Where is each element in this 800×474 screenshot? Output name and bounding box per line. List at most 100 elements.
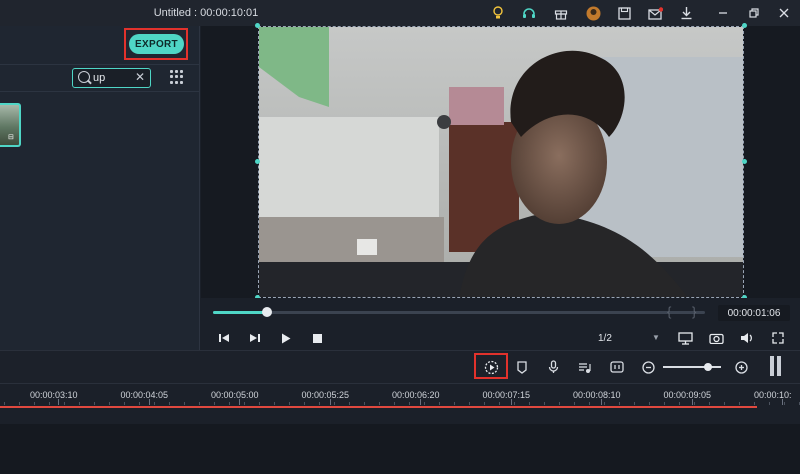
ruler-minor-tick	[364, 402, 365, 405]
timeline-tracks[interactable]	[0, 424, 800, 474]
avatar-icon[interactable]	[584, 4, 602, 22]
next-frame-icon[interactable]	[247, 330, 263, 346]
fullscreen-icon[interactable]	[770, 330, 786, 346]
render-preview-icon[interactable]	[483, 359, 499, 375]
ruler-minor-tick	[484, 402, 485, 405]
export-button[interactable]: EXPORT	[129, 34, 184, 54]
progress-knob[interactable]	[262, 307, 272, 317]
snapshot-icon[interactable]	[708, 330, 724, 346]
microphone-icon[interactable]	[545, 359, 561, 375]
grid-view-icon[interactable]	[170, 70, 184, 84]
ruler-minor-tick	[664, 402, 665, 405]
ruler-minor-tick	[439, 402, 440, 405]
window-title: Untitled : 00:00:10:01	[153, 7, 259, 19]
voiceover-icon[interactable]	[609, 359, 625, 375]
zoom-slider-knob[interactable]	[704, 363, 712, 371]
progress-track[interactable]	[213, 311, 705, 314]
ruler-minor-tick	[154, 402, 155, 405]
ruler-minor-tick	[574, 402, 575, 405]
ruler-tick-label: 00:00:04:05	[120, 390, 169, 400]
crop-handle[interactable]	[255, 159, 260, 164]
clear-search-icon[interactable]: ✕	[134, 70, 146, 84]
ruler-minor-tick	[124, 402, 125, 405]
ruler-minor-tick	[319, 402, 320, 405]
ruler-minor-tick	[394, 402, 395, 405]
ruler-tick-label: 00:00:03:10	[30, 390, 78, 400]
zoom-out-icon[interactable]	[640, 359, 656, 375]
ruler-minor-tick	[169, 402, 170, 405]
play-icon[interactable]	[278, 330, 294, 346]
ruler-minor-tick	[739, 402, 740, 405]
ruler-minor-tick	[784, 402, 785, 405]
ruler-minor-tick	[139, 402, 140, 405]
ruler-minor-tick	[604, 402, 605, 405]
crop-handle[interactable]	[255, 23, 260, 28]
mark-in-icon[interactable]: {	[667, 304, 671, 319]
ruler-tick-label: 00:00:05:00	[211, 390, 259, 400]
panel-toggle-icon[interactable]	[770, 356, 782, 376]
ruler-minor-tick	[544, 402, 545, 405]
zoom-in-icon[interactable]	[733, 359, 749, 375]
stop-icon[interactable]	[309, 330, 325, 346]
marker-icon[interactable]	[514, 359, 530, 375]
ruler-minor-tick	[424, 402, 425, 405]
ruler-tick	[239, 399, 240, 405]
ruler-minor-tick	[499, 402, 500, 405]
ruler-tick	[691, 399, 693, 405]
ruler-minor-tick	[559, 402, 560, 405]
ruler-tick	[329, 399, 331, 405]
ruler-minor-tick	[259, 402, 260, 405]
ruler-minor-tick	[379, 402, 380, 405]
ruler-minor-tick	[709, 402, 710, 405]
ruler-tick-label: 00:00:06:20	[392, 390, 440, 400]
ruler-minor-tick	[724, 402, 725, 405]
media-type-icon: ⊟	[8, 134, 14, 141]
ruler-minor-tick	[649, 402, 650, 405]
download-icon[interactable]	[677, 4, 695, 22]
ruler-minor-tick	[334, 402, 335, 405]
ruler-tick-label: 00:00:07:15	[482, 390, 531, 400]
mail-icon[interactable]	[646, 4, 664, 22]
display-icon[interactable]	[677, 330, 693, 346]
zoom-slider[interactable]	[663, 366, 721, 368]
minimize-icon[interactable]	[714, 4, 732, 22]
ruler-minor-tick	[529, 402, 530, 405]
ruler-minor-tick	[754, 402, 755, 405]
ruler-tick	[58, 399, 59, 405]
video-frame[interactable]	[258, 26, 744, 298]
ruler-minor-tick	[79, 402, 80, 405]
ruler-minor-tick	[289, 402, 290, 405]
chevron-down-icon: ▼	[652, 333, 660, 342]
volume-icon[interactable]	[739, 330, 755, 346]
maximize-icon[interactable]	[745, 4, 763, 22]
close-icon[interactable]	[775, 4, 793, 22]
mark-out-icon[interactable]: }	[692, 304, 696, 319]
lightbulb-icon[interactable]	[489, 4, 507, 22]
ruler-minor-tick	[184, 402, 185, 405]
preview-timecode: 00:00:01:06	[718, 305, 790, 321]
search-input[interactable]	[93, 71, 133, 85]
ruler-tick	[420, 399, 421, 405]
ruler-minor-tick	[34, 402, 35, 405]
previous-frame-icon[interactable]	[216, 330, 232, 346]
crop-handle[interactable]	[742, 159, 747, 164]
ruler-minor-tick	[229, 402, 230, 405]
ruler-tick-label: 00:00:09:05	[663, 390, 712, 400]
ruler-minor-tick	[64, 402, 65, 405]
ruler-minor-tick	[214, 402, 215, 405]
crop-handle[interactable]	[742, 23, 747, 28]
ruler-minor-tick	[634, 402, 635, 405]
search-icon	[78, 71, 90, 83]
ruler-minor-tick	[514, 402, 515, 405]
headset-icon[interactable]	[520, 4, 538, 22]
ruler-minor-tick	[589, 402, 590, 405]
ruler-minor-tick	[49, 402, 50, 405]
ruler-minor-tick	[4, 402, 5, 405]
save-icon[interactable]	[615, 4, 633, 22]
progress-fill	[213, 311, 267, 314]
gift-icon[interactable]	[552, 4, 570, 22]
ruler-minor-tick	[769, 402, 770, 405]
audio-mixer-icon[interactable]	[576, 359, 592, 375]
ruler-tick	[782, 399, 783, 405]
ruler-minor-tick	[619, 402, 620, 405]
